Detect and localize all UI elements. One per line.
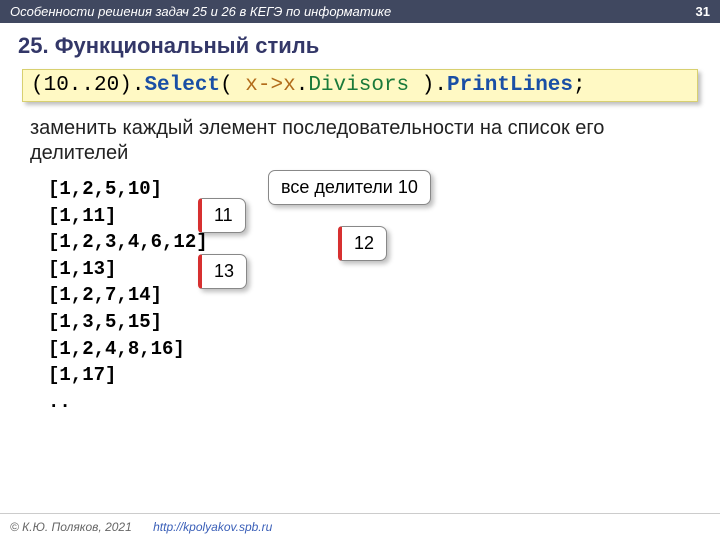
code-dot2: . — [296, 74, 309, 97]
output-line: [1,2,7,14] — [48, 282, 690, 309]
header-subject: Особенности решения задач 25 и 26 в КЕГЭ… — [10, 4, 391, 19]
slide-title: 25. Функциональный стиль — [0, 23, 720, 69]
code-close: ) — [409, 74, 434, 97]
output-line: [1,2,4,8,16] — [48, 336, 690, 363]
output-line: .. — [48, 389, 690, 416]
code-lambda-var2: x — [283, 74, 296, 97]
callout-13: 13 — [198, 254, 247, 289]
explanation-text: заменить каждый элемент последовательнос… — [30, 116, 690, 166]
code-divisors: Divisors — [308, 74, 409, 97]
code-arrow: -> — [258, 74, 283, 97]
callout-11: 11 — [198, 198, 246, 233]
page-number: 31 — [696, 4, 710, 19]
footer-link: http://kpolyakov.spb.ru — [153, 520, 272, 534]
code-select: Select — [144, 74, 220, 97]
code-printlines: PrintLines — [447, 74, 573, 97]
callout-all-divisors-10: все делители 10 — [268, 170, 431, 205]
code-dot3: . — [434, 74, 447, 97]
code-semi: ; — [573, 74, 586, 97]
slide-header: Особенности решения задач 25 и 26 в КЕГЭ… — [0, 0, 720, 23]
code-lambda-lhs: x — [245, 74, 258, 97]
output-area: [1,2,5,10] [1,11] [1,2,3,4,6,12] [1,13] … — [48, 176, 690, 415]
output-line: [1,17] — [48, 362, 690, 389]
code-range: (10..20) — [31, 74, 132, 97]
callout-12: 12 — [338, 226, 387, 261]
footer-copyright: © К.Ю. Поляков, 2021 — [10, 520, 132, 534]
code-box: (10..20).Select( x->x.Divisors ).PrintLi… — [22, 69, 698, 102]
code-open: ( — [220, 74, 245, 97]
output-line: [1,3,5,15] — [48, 309, 690, 336]
code-dot: . — [132, 74, 145, 97]
slide-footer: © К.Ю. Поляков, 2021 http://kpolyakov.sp… — [0, 513, 720, 540]
